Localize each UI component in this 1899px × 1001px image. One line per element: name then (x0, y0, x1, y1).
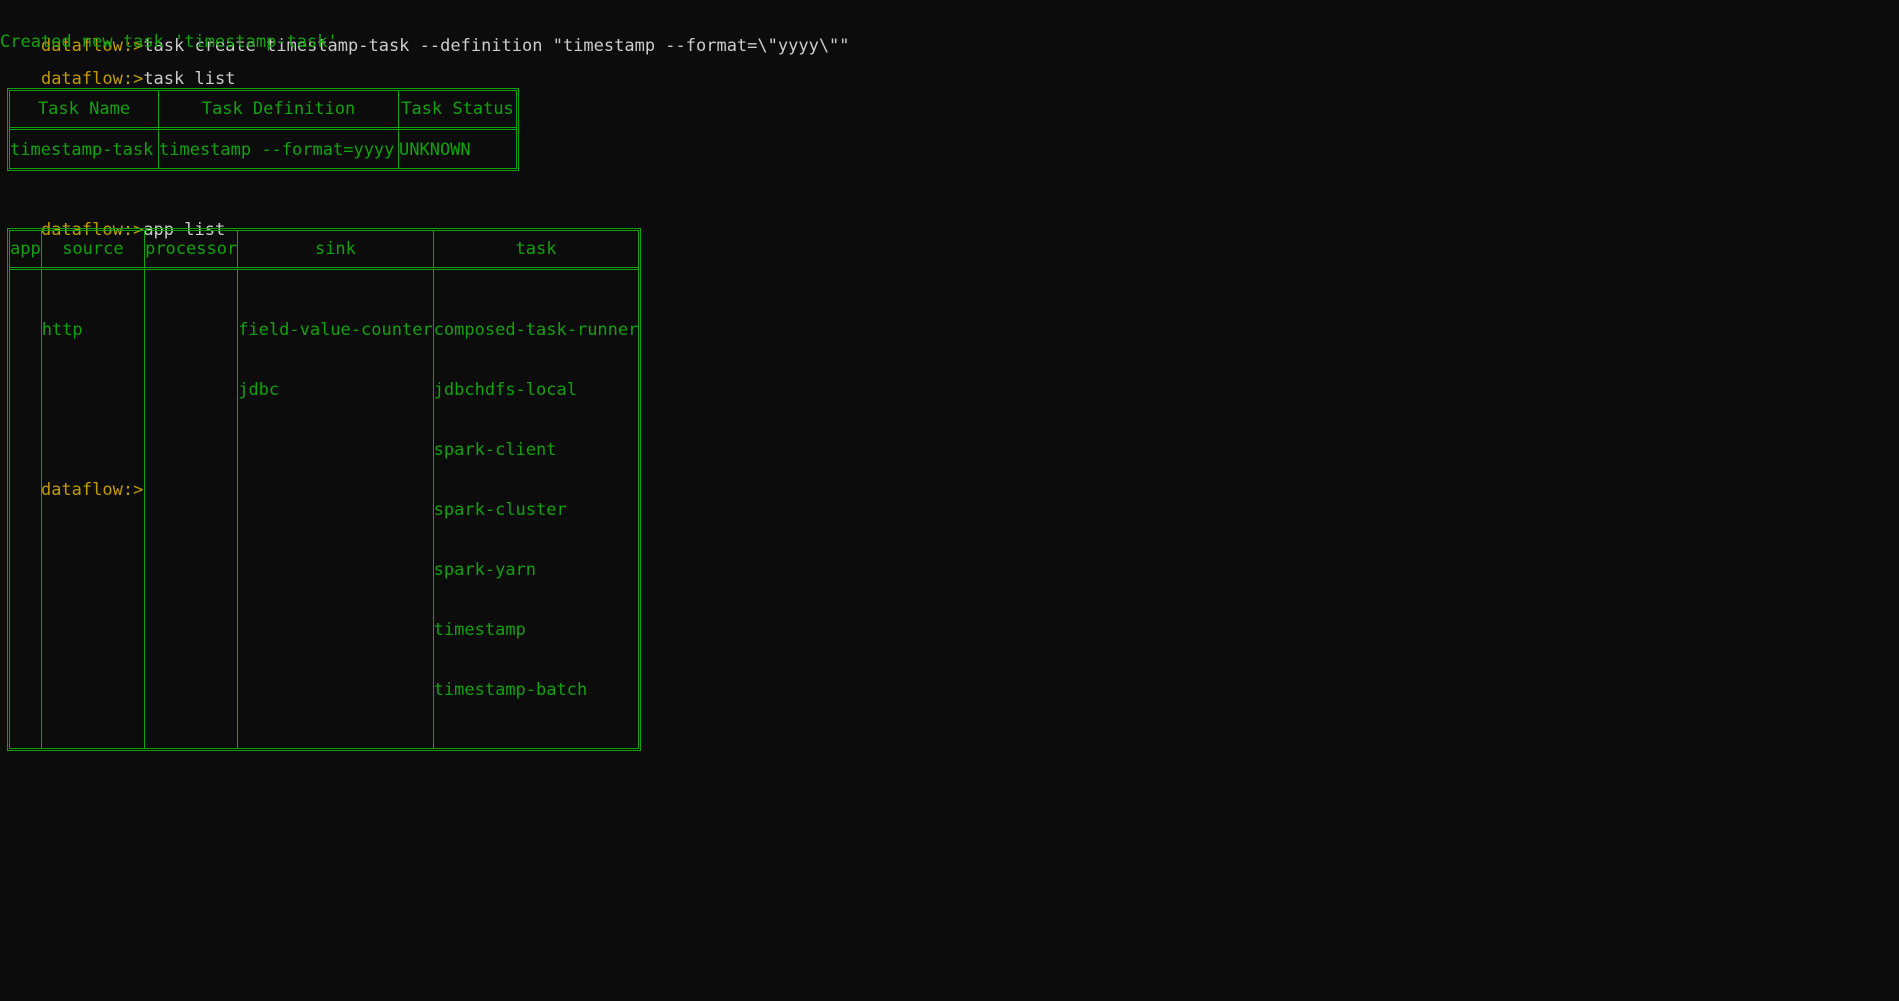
list-item: jdbc (238, 380, 280, 400)
task-list-table: Task Name Task Definition Task Status ti… (7, 88, 519, 171)
shell-prompt: dataflow:> (40, 69, 144, 89)
table-header-cell: source (40, 231, 145, 270)
list-item: http (41, 320, 83, 340)
command-line-app-list: dataflow:>app list (0, 200, 225, 240)
sink-column-cell: field-value-counter jdbc (237, 270, 433, 748)
table-header-cell: Task Definition (158, 91, 398, 130)
table-header-cell: Task Name (10, 91, 158, 130)
list-item: field-value-counter (238, 320, 433, 340)
command-text: task list (143, 69, 236, 89)
list-item: jdbchdfs-local (433, 380, 577, 400)
list-item: timestamp (433, 620, 526, 640)
terminal-window[interactable]: dataflow:>task create timestamp-task --d… (0, 0, 1899, 1001)
source-column-cell: http (40, 270, 144, 748)
processor-column-cell (144, 270, 237, 748)
command-line-task-list: dataflow:>task list (0, 49, 235, 89)
table-header-cell: Task Status (398, 91, 516, 130)
list-item: composed-task-runner (433, 320, 639, 340)
table-header-cell: task (432, 231, 639, 270)
task-column-cell: composed-task-runner jdbchdfs-local spar… (432, 270, 639, 748)
table-row: http field-value-counter jdbc composed-t… (10, 270, 638, 748)
list-item: spark-cluster (433, 500, 567, 520)
command-line-current[interactable]: dataflow:> (0, 460, 143, 500)
shell-prompt: dataflow:> (40, 480, 144, 500)
table-cell: timestamp --format=yyyy (158, 130, 398, 168)
list-item: spark-yarn (433, 560, 537, 580)
table-cell: timestamp-task (10, 140, 154, 160)
list-item: spark-client (433, 440, 557, 460)
table-header-cell: sink (237, 231, 433, 270)
table-row: timestamp-task timestamp --format=yyyy U… (10, 130, 516, 168)
table-header-cell: app (10, 231, 41, 270)
list-item: timestamp-batch (433, 680, 588, 700)
table-cell: UNKNOWN (398, 130, 516, 168)
table-header-cell: processor (144, 231, 238, 270)
